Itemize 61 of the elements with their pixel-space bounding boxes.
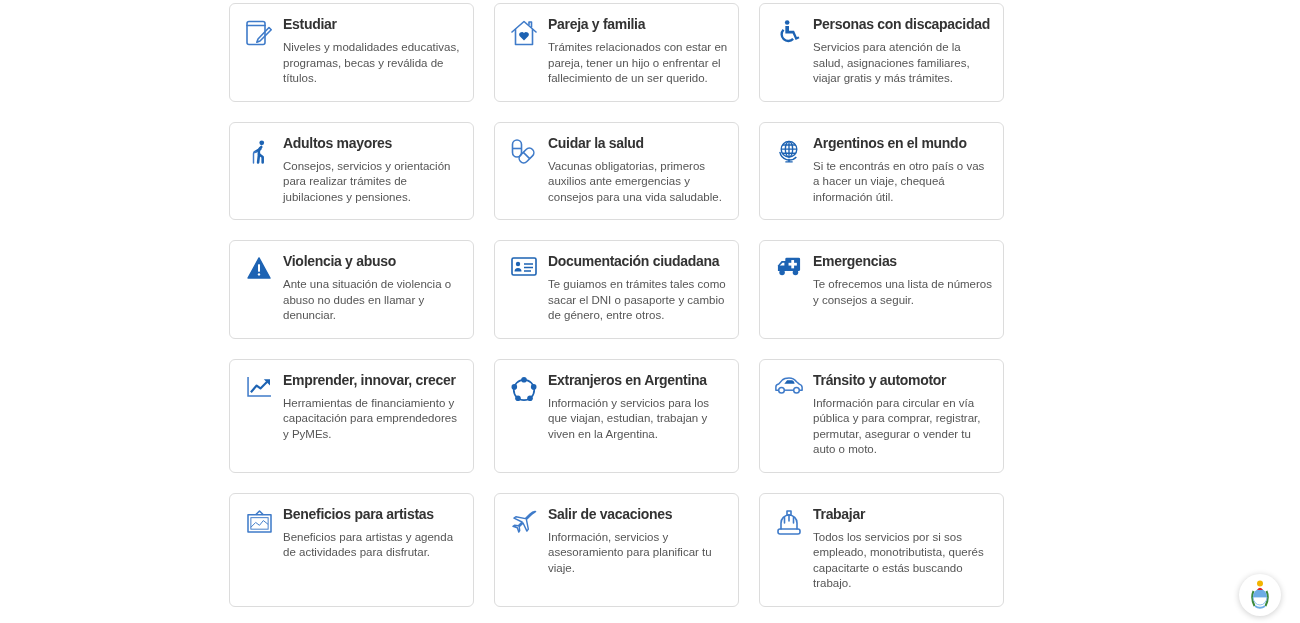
card-title: Pareja y familia: [548, 15, 647, 34]
house-heart-icon: [511, 20, 537, 46]
card-title: Emprender, innovar, crecer: [283, 370, 457, 390]
capsules-icon: [511, 138, 537, 165]
category-card[interactable]: Argentinos en el mundo Si te encontrás en otro país o vas a hacer un viaje, chequeá información útil.: [759, 121, 1004, 220]
car-icon: [774, 375, 804, 395]
card-description: Consejos, servicios y orientación para realizar trámites de jubilaciones y pensiones.: [283, 158, 452, 205]
card-title: Beneficios para artistas: [283, 504, 435, 524]
card-description: Te ofrecemos una lista de números y consejos a seguir.: [813, 277, 993, 308]
card-title: Argentinos en el mundo: [813, 133, 968, 153]
card-description: Servicios para atención de la salud, asignaciones familiares, viajar gratis y más trámites.: [813, 40, 971, 86]
category-card[interactable]: Adultos mayores Consejos, servicios y orientación para realizar trámites de jubilaciones y pensiones.: [229, 121, 474, 220]
card-description: Vacunas obligatorias, primeros auxilios ante emergencias y consejos para una vida saludable.: [548, 158, 723, 205]
card-description: Herramientas de financiamiento y capacitación para emprendedores y PyMEs.: [283, 395, 458, 442]
card-description: Te guiamos en trámites tales como sacar el DNI o pasaporte y cambio de género, entre otros.: [548, 277, 727, 323]
card-description: Información para circular en vía pública y para comprar, registrar, permutar, asegurar o vender tu auto o moto.: [813, 395, 982, 457]
category-card[interactable]: Personas con discapacidad Servicios para atención de la salud, asignaciones familiares, viajar gratis y más trámites.: [759, 3, 1004, 102]
category-card[interactable]: Pareja y familia Trámites relacionados con estar en pareja, tener un hijo o enfrentar el fallecimiento de un ser querido.: [494, 3, 739, 102]
airplane-icon: [510, 509, 538, 533]
card-description: Trámites relacionados con estar en pareja, tener un hijo o enfrentar el fallecimiento de un ser querido.: [548, 40, 728, 86]
category-card[interactable]: Emprender, innovar, crecer Herramientas de financiamiento y capacitación para emprendedores y PyMEs.: [229, 358, 474, 473]
card-title: Violencia y abuso: [283, 252, 397, 271]
emblem-icon: [1250, 580, 1270, 610]
category-card[interactable]: Emergencias Te ofrecemos una lista de números y consejos a seguir.: [759, 240, 1004, 339]
warning-icon: [247, 257, 271, 279]
category-card[interactable]: Beneficios para artistas Beneficios para artistas y agenda de actividades para disfrutar.: [229, 492, 474, 607]
card-title: Personas con discapacidad: [813, 15, 991, 34]
notebook-pencil-icon: [246, 20, 272, 46]
card-description: Niveles y modalidades educativas, programas, becas y reválida de títulos.: [283, 40, 461, 86]
card-title: Extranjeros en Argentina: [548, 370, 708, 390]
card-title: Estudiar: [283, 15, 338, 34]
globe-icon: [778, 138, 800, 163]
hard-hat-icon: [777, 509, 801, 536]
id-card-icon: [511, 257, 537, 276]
card-description: Información, servicios y asesoramiento para planificar tu viaje.: [548, 529, 713, 576]
card-description: Todos los servicios por si sos empleado, monotributista, querés capacitarte o estás buscando trabajo.: [813, 529, 985, 591]
people-circle-icon: [510, 375, 538, 404]
card-title: Trabajar: [813, 504, 867, 524]
category-card[interactable]: Documentación ciudadana Te guiamos en trámites tales como sacar el DNI o pasaporte y cambio de género, entre otros.: [494, 240, 739, 339]
wheelchair-icon: [778, 20, 800, 44]
card-title: Adultos mayores: [283, 133, 394, 153]
category-card[interactable]: Extranjeros en Argentina Información y servicios para los que viajan, estudian, trabajan y viven en la Argentina.: [494, 358, 739, 473]
floating-button[interactable]: [1239, 574, 1281, 616]
card-description: Ante una situación de violencia o abuso no dudes en llamar y denunciar.: [283, 277, 453, 323]
card-title: Salir de vacaciones: [548, 504, 674, 524]
card-description: Beneficios para artistas y agenda de actividades para disfrutar.: [283, 529, 455, 560]
category-card[interactable]: Violencia y abuso Ante una situación de violencia o abuso no dudes en llamar y denunciar.: [229, 240, 474, 339]
framed-picture-icon: [246, 509, 272, 533]
category-card[interactable]: Trabajar Todos los servicios por si sos empleado, monotributista, querés capacitarte o estás buscando trabajo.: [759, 492, 1004, 607]
card-title: Emergencias: [813, 252, 898, 271]
ambulance-icon: [777, 257, 801, 276]
trend-chart-icon: [246, 375, 272, 397]
category-card[interactable]: Tránsito y automotor Información para circular en vía pública y para comprar, registrar, permutar, asegurar o vender tu auto o moto.: [759, 358, 1004, 473]
category-card[interactable]: Salir de vacaciones Información, servicios y asesoramiento para planificar tu viaje.: [494, 492, 739, 607]
card-title: Cuidar la salud: [548, 133, 645, 153]
category-card[interactable]: Estudiar Niveles y modalidades educativas, programas, becas y reválida de títulos.: [229, 3, 474, 102]
card-description: Si te encontrás en otro país o vas a hacer un viaje, chequeá información útil.: [813, 158, 986, 205]
category-card[interactable]: Cuidar la salud Vacunas obligatorias, primeros auxilios ante emergencias y consejos para una vida saludable.: [494, 121, 739, 220]
card-title: Documentación ciudadana: [548, 252, 721, 271]
card-title: Tránsito y automotor: [813, 370, 948, 390]
card-description: Información y servicios para los que viajan, estudian, trabajan y viven en la Argentina.: [548, 395, 711, 442]
